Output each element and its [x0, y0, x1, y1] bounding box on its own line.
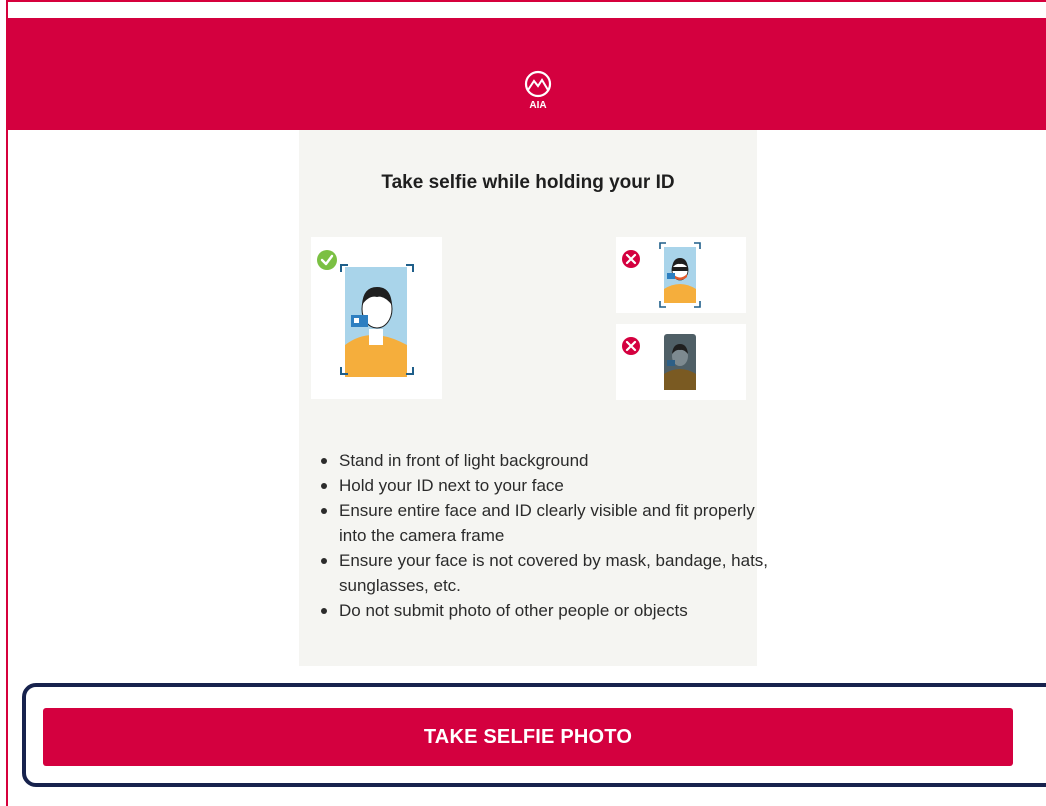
instruction-list: Stand in front of light background Hold …: [319, 448, 769, 623]
cross-icon: [622, 337, 640, 355]
check-icon: [317, 250, 337, 270]
brand-header: AIA: [8, 18, 1046, 130]
cross-icon: [622, 250, 640, 268]
aia-logo: AIA: [524, 70, 552, 111]
instruction-item: Ensure your face is not covered by mask,…: [321, 548, 769, 598]
instruction-item: Do not submit photo of other people or o…: [321, 598, 769, 623]
selfie-instructions-card: Take selfie while holding your ID Stand …: [299, 130, 768, 666]
good-example-tile: [311, 237, 442, 399]
bad-selfie-dark-illustration: [622, 334, 696, 390]
bad-selfie-mask-illustration: [622, 242, 701, 308]
good-selfie-illustration: [317, 250, 414, 377]
bad-example-mask-tile: [616, 237, 746, 313]
instruction-item: Stand in front of light background: [321, 448, 769, 473]
instruction-item: Hold your ID next to your face: [321, 473, 769, 498]
take-selfie-button[interactable]: TAKE SELFIE PHOTO: [43, 708, 1013, 766]
bad-example-dark-tile: [616, 324, 746, 400]
instruction-item: Ensure entire face and ID clearly visibl…: [321, 498, 769, 548]
svg-text:AIA: AIA: [529, 100, 546, 111]
card-title: Take selfie while holding your ID: [381, 172, 675, 193]
